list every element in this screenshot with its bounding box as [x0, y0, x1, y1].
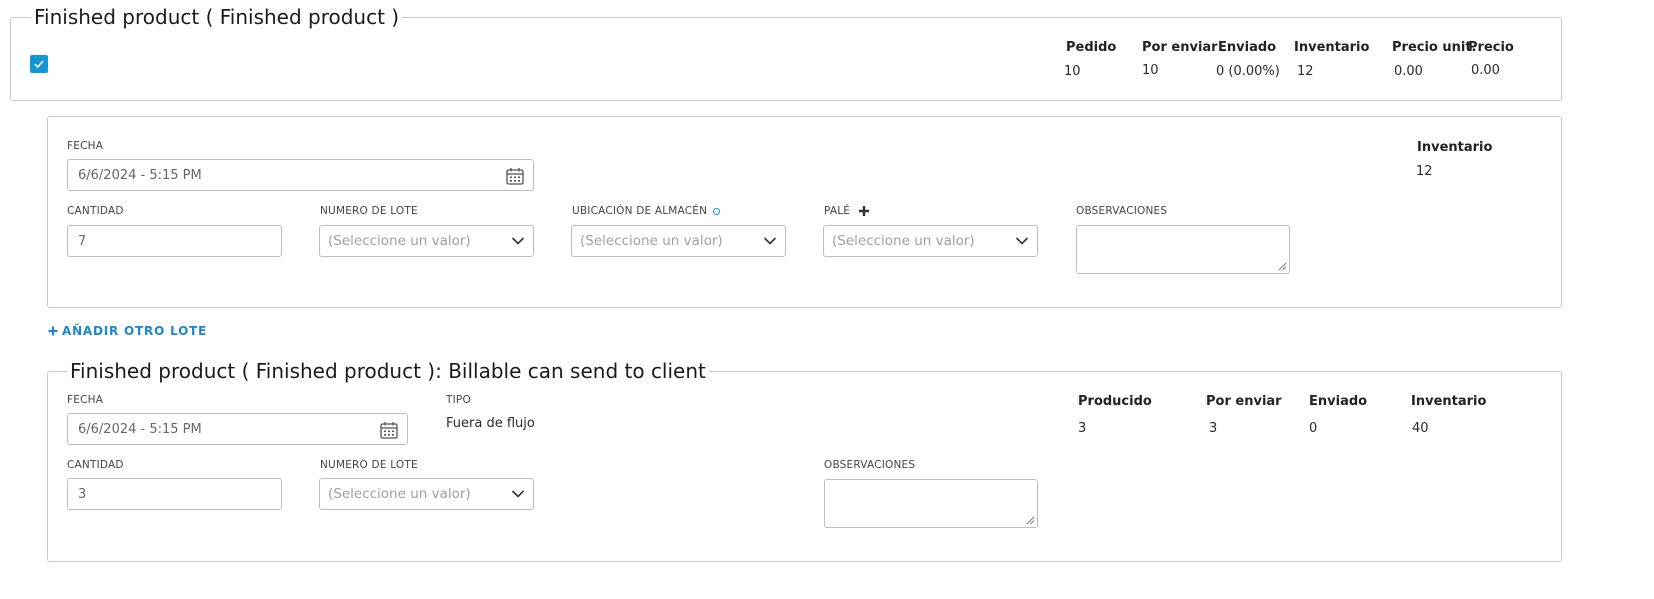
- lote-select-2[interactable]: (Seleccione un valor): [319, 478, 534, 510]
- pale-label: PALÉ: [824, 205, 870, 217]
- ubicacion-placeholder: (Seleccione un valor): [580, 233, 723, 249]
- inventario-value: 12: [1416, 164, 1433, 179]
- value-enviado-2: 0: [1309, 421, 1318, 436]
- col-precio-unit: Precio unit.: [1392, 40, 1477, 55]
- observaciones-label: OBSERVACIONES: [1076, 205, 1168, 217]
- lote-label-2: NUMERO DE LOTE: [320, 459, 418, 471]
- cantidad-value: 7: [78, 233, 87, 249]
- billable-section: Finished product ( Finished product ): B…: [47, 360, 1562, 562]
- pale-label-text: PALÉ: [824, 205, 851, 217]
- col-enviado: Enviado: [1218, 40, 1277, 55]
- value-producido: 3: [1078, 421, 1087, 436]
- value-enviado: 0 (0.00%): [1216, 64, 1280, 79]
- cantidad-input[interactable]: 7: [67, 225, 282, 257]
- fecha-input[interactable]: 6/6/2024 - 5:15 PM: [67, 159, 534, 191]
- lote-placeholder-2: (Seleccione un valor): [328, 486, 471, 502]
- lote-placeholder: (Seleccione un valor): [328, 233, 471, 249]
- col-inventario-2: Inventario: [1411, 394, 1487, 409]
- pale-placeholder: (Seleccione un valor): [832, 233, 975, 249]
- col-producido: Producido: [1078, 394, 1152, 409]
- billable-section-title: Finished product ( Finished product ): B…: [70, 359, 706, 383]
- lote-label: NUMERO DE LOTE: [320, 205, 418, 217]
- col-por-enviar: Por enviar: [1142, 40, 1218, 55]
- cantidad-label-2: CANTIDAD: [67, 459, 124, 471]
- product-select-checkbox[interactable]: [30, 55, 48, 73]
- ubicacion-label: UBICACIÓN DE ALMACÉN: [572, 205, 721, 217]
- add-lot-link[interactable]: AÑADIR OTRO LOTE: [48, 324, 207, 338]
- calendar-icon[interactable]: [505, 166, 525, 186]
- cantidad-value-2: 3: [78, 486, 87, 502]
- col-precio: Precio: [1468, 40, 1514, 55]
- ubicacion-label-text: UBICACIÓN DE ALMACÉN: [572, 205, 708, 217]
- value-inventario-2: 40: [1412, 421, 1429, 436]
- col-inventario: Inventario: [1294, 40, 1370, 55]
- fecha-input-2[interactable]: 6/6/2024 - 5:15 PM: [67, 413, 408, 445]
- fecha-value: 6/6/2024 - 5:15 PM: [78, 167, 202, 183]
- col-enviado-2: Enviado: [1309, 394, 1368, 409]
- chevron-down-icon: [1015, 237, 1029, 245]
- pale-select[interactable]: (Seleccione un valor): [823, 225, 1038, 257]
- col-pedido: Pedido: [1066, 40, 1117, 55]
- chevron-down-icon: [511, 490, 525, 498]
- chevron-down-icon: [763, 237, 777, 245]
- lot-card: [47, 116, 1562, 308]
- col-por-enviar-2: Por enviar: [1206, 394, 1282, 409]
- calendar-icon[interactable]: [379, 420, 399, 440]
- fecha-value-2: 6/6/2024 - 5:15 PM: [78, 421, 202, 437]
- value-por-enviar: 10: [1142, 63, 1159, 78]
- observaciones-textarea-2[interactable]: [824, 479, 1038, 528]
- lote-select[interactable]: (Seleccione un valor): [319, 225, 534, 257]
- value-precio: 0.00: [1471, 63, 1500, 78]
- add-pale-icon[interactable]: [858, 205, 870, 217]
- value-precio-unit: 0.00: [1394, 64, 1423, 79]
- info-dot-icon: [713, 207, 721, 215]
- resize-grip-icon[interactable]: [1025, 515, 1035, 525]
- fecha-label: FECHA: [67, 140, 104, 152]
- tipo-value: Fuera de flujo: [446, 416, 535, 431]
- value-por-enviar-2: 3: [1209, 421, 1218, 436]
- plus-icon: [48, 326, 58, 336]
- value-pedido: 10: [1064, 64, 1081, 79]
- product-section-title: Finished product ( Finished product ): [34, 5, 400, 29]
- observaciones-textarea[interactable]: [1076, 225, 1290, 274]
- inventario-label: Inventario: [1417, 140, 1493, 155]
- ubicacion-select[interactable]: (Seleccione un valor): [571, 225, 786, 257]
- add-lot-label: AÑADIR OTRO LOTE: [62, 324, 208, 338]
- check-icon: [34, 60, 44, 69]
- value-inventario: 12: [1297, 64, 1314, 79]
- chevron-down-icon: [511, 237, 525, 245]
- observaciones-label-2: OBSERVACIONES: [824, 459, 916, 471]
- cantidad-label: CANTIDAD: [67, 205, 124, 217]
- resize-grip-icon[interactable]: [1277, 261, 1287, 271]
- cantidad-input-2[interactable]: 3: [67, 478, 282, 510]
- fecha-label-2: FECHA: [67, 394, 104, 406]
- tipo-label: TIPO: [446, 394, 471, 406]
